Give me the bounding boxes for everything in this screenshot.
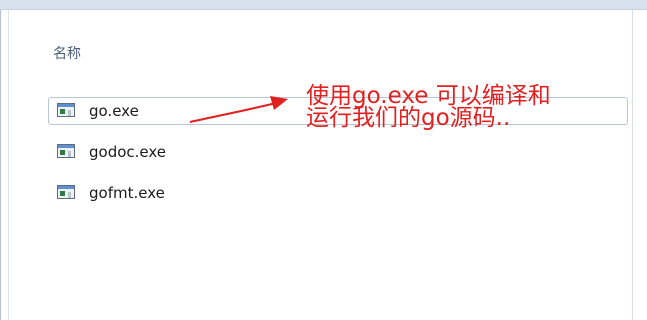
file-row-godoc-exe[interactable]: godoc.exe: [48, 138, 628, 166]
window-right-divider: [632, 10, 633, 320]
file-row-gofmt-exe[interactable]: gofmt.exe: [48, 179, 628, 207]
navigation-divider: [8, 10, 9, 320]
window-top-strip: [0, 0, 647, 10]
file-name[interactable]: godoc.exe: [89, 143, 166, 161]
file-name[interactable]: gofmt.exe: [89, 184, 165, 202]
exe-icon: [57, 185, 75, 199]
window-left-border: [0, 10, 1, 320]
annotation-arrow: [189, 96, 288, 123]
name-column-header[interactable]: 名称: [53, 43, 81, 63]
file-name[interactable]: go.exe: [89, 102, 139, 120]
annotation-line-1: 使用go.exe 可以编译和: [306, 83, 551, 109]
annotation-line-2: 运行我们的go源码..: [306, 105, 511, 131]
exe-icon: [57, 103, 75, 117]
annotation-text: 使用go.exe 可以编译和 运行我们的go源码..: [306, 83, 632, 131]
exe-icon: [57, 144, 75, 158]
